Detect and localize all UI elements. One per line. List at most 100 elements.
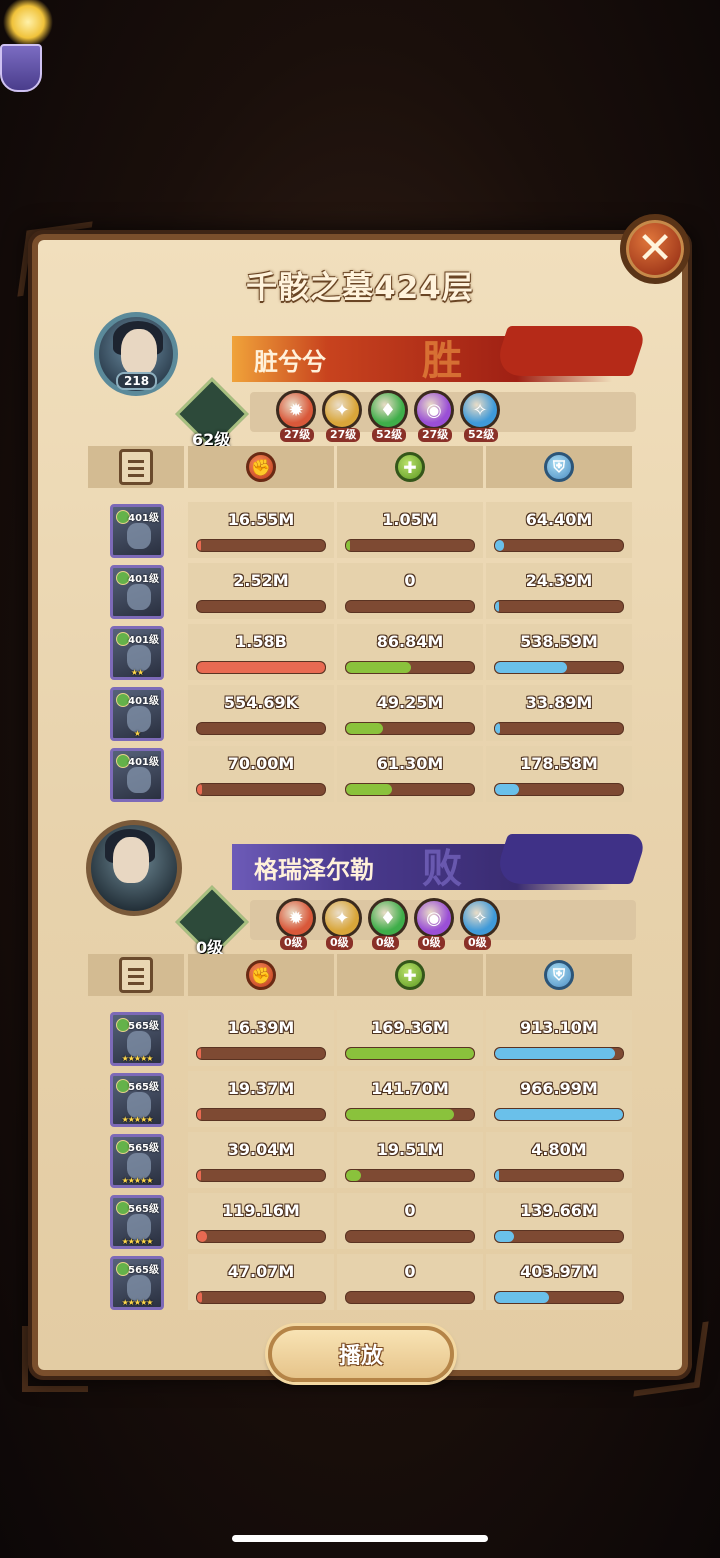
healing-cell: 86.84M bbox=[337, 624, 483, 680]
nature-faction-icon[interactable]: ♦ bbox=[368, 898, 408, 938]
hero-level: 565级 bbox=[128, 1204, 159, 1215]
healing-cell: 19.51M bbox=[337, 1132, 483, 1188]
healing-bar-fill bbox=[346, 784, 393, 795]
damage-bar bbox=[196, 661, 326, 674]
damage-bar-fill bbox=[197, 784, 203, 795]
defense-cell: 4.80M bbox=[486, 1132, 632, 1188]
hero-level: 565级 bbox=[128, 1082, 159, 1093]
arcane-faction-icon[interactable]: ◉ bbox=[414, 390, 454, 430]
water-faction-icon[interactable]: ✧ bbox=[460, 390, 500, 430]
damage-cell: 19.37M bbox=[188, 1071, 334, 1127]
hero-level: 401级 bbox=[128, 635, 159, 646]
hero-portrait[interactable]: 565级 ★★★★★ bbox=[110, 1073, 164, 1127]
light-faction-icon[interactable]: ✦ bbox=[322, 390, 362, 430]
healing-value: 0 bbox=[404, 1201, 416, 1220]
healing-bar bbox=[345, 661, 475, 674]
home-indicator[interactable] bbox=[232, 1535, 488, 1542]
healing-value: 0 bbox=[404, 571, 416, 590]
hero-level: 401级 bbox=[128, 757, 159, 768]
hero-face bbox=[127, 584, 151, 610]
defense-cell: 24.39M bbox=[486, 563, 632, 619]
document-icon[interactable] bbox=[119, 957, 153, 993]
hero-portrait[interactable]: 565级 ★★★★★ bbox=[110, 1195, 164, 1249]
hero-portrait[interactable]: 401级 ★★ bbox=[110, 626, 164, 680]
defense-cell: 64.40M bbox=[486, 502, 632, 558]
damage-bar-fill bbox=[197, 1292, 203, 1303]
damage-value: 119.16M bbox=[222, 1201, 300, 1220]
stat-header-cell: ✚ bbox=[337, 446, 483, 488]
hero-portrait[interactable]: 401级 bbox=[110, 504, 164, 558]
healing-bar bbox=[345, 722, 475, 735]
damage-value: 554.69K bbox=[223, 693, 299, 712]
damage-bar bbox=[196, 783, 326, 796]
hero-portrait[interactable]: 565级 ★★★★★ bbox=[110, 1256, 164, 1310]
healing-value: 169.36M bbox=[371, 1018, 449, 1037]
defense-bar-fill bbox=[495, 1231, 515, 1242]
healing-bar bbox=[345, 1169, 475, 1182]
light-faction-icon[interactable]: ✦ bbox=[322, 898, 362, 938]
defense-bar-fill bbox=[495, 723, 501, 734]
play-button[interactable]: 播放 bbox=[268, 1326, 454, 1382]
defense-value: 178.58M bbox=[520, 754, 598, 773]
defense-value: 33.89M bbox=[525, 693, 593, 712]
fire-faction-icon[interactable]: ✹ bbox=[276, 898, 316, 938]
hero-face bbox=[127, 767, 151, 793]
avatar-level-badge: 218 bbox=[116, 372, 158, 390]
healing-icon: ✚ bbox=[395, 452, 425, 482]
hero-level: 401级 bbox=[128, 513, 159, 524]
defense-bar-fill bbox=[495, 1109, 623, 1120]
defense-cell: 913.10M bbox=[486, 1010, 632, 1066]
water-faction-icon[interactable]: ✧ bbox=[460, 898, 500, 938]
defense-value: 538.59M bbox=[520, 632, 598, 651]
damage-bar-fill bbox=[197, 662, 325, 673]
defense-icon: ⛨ bbox=[544, 452, 574, 482]
hero-level: 401级 bbox=[128, 696, 159, 707]
hero-portrait[interactable]: 401级 bbox=[110, 748, 164, 802]
document-icon[interactable] bbox=[119, 449, 153, 485]
defense-bar bbox=[494, 539, 624, 552]
damage-value: 16.55M bbox=[227, 510, 295, 529]
hero-portrait[interactable]: 401级 bbox=[110, 565, 164, 619]
hero-stars: ★★★★★ bbox=[121, 1237, 154, 1246]
healing-value: 0 bbox=[404, 1262, 416, 1281]
player-avatar[interactable] bbox=[86, 820, 182, 916]
defense-value: 4.80M bbox=[531, 1140, 587, 1159]
healing-bar bbox=[345, 1108, 475, 1121]
stat-header-cell: ⛨ bbox=[486, 446, 632, 488]
defense-bar bbox=[494, 661, 624, 674]
defense-value: 966.99M bbox=[520, 1079, 598, 1098]
arcane-faction-icon[interactable]: ◉ bbox=[414, 898, 454, 938]
defense-bar-fill bbox=[495, 601, 499, 612]
damage-cell: 47.07M bbox=[188, 1254, 334, 1310]
damage-cell: 16.39M bbox=[188, 1010, 334, 1066]
damage-bar-fill bbox=[197, 1231, 208, 1242]
faction-level: 27级 bbox=[418, 428, 453, 442]
hero-portrait[interactable]: 565级 ★★★★★ bbox=[110, 1012, 164, 1066]
damage-bar bbox=[196, 1108, 326, 1121]
healing-bar-fill bbox=[346, 540, 350, 551]
damage-bar bbox=[196, 539, 326, 552]
defense-bar-fill bbox=[495, 662, 567, 673]
healing-cell: 0 bbox=[337, 563, 483, 619]
hero-stars: ★★★★★ bbox=[121, 1176, 154, 1185]
defense-icon: ⛨ bbox=[544, 960, 574, 990]
nature-faction-icon[interactable]: ♦ bbox=[368, 390, 408, 430]
damage-value: 47.07M bbox=[227, 1262, 295, 1281]
stat-header-cell: ⛨ bbox=[486, 954, 632, 996]
faction-level: 0级 bbox=[372, 936, 399, 950]
damage-bar-fill bbox=[197, 1109, 201, 1120]
damage-bar-fill bbox=[197, 540, 201, 551]
fire-faction-icon[interactable]: ✹ bbox=[276, 390, 316, 430]
hero-portrait[interactable]: 565级 ★★★★★ bbox=[110, 1134, 164, 1188]
damage-icon: ✊ bbox=[246, 452, 276, 482]
healing-bar-fill bbox=[346, 723, 384, 734]
stat-header-cell: ✊ bbox=[188, 954, 334, 996]
healing-bar bbox=[345, 1230, 475, 1243]
defense-cell: 33.89M bbox=[486, 685, 632, 741]
defense-value: 64.40M bbox=[525, 510, 593, 529]
damage-value: 39.04M bbox=[227, 1140, 295, 1159]
defense-value: 403.97M bbox=[520, 1262, 598, 1281]
defense-bar-fill bbox=[495, 1048, 616, 1059]
damage-cell: 70.00M bbox=[188, 746, 334, 802]
hero-portrait[interactable]: 401级 ★ bbox=[110, 687, 164, 741]
